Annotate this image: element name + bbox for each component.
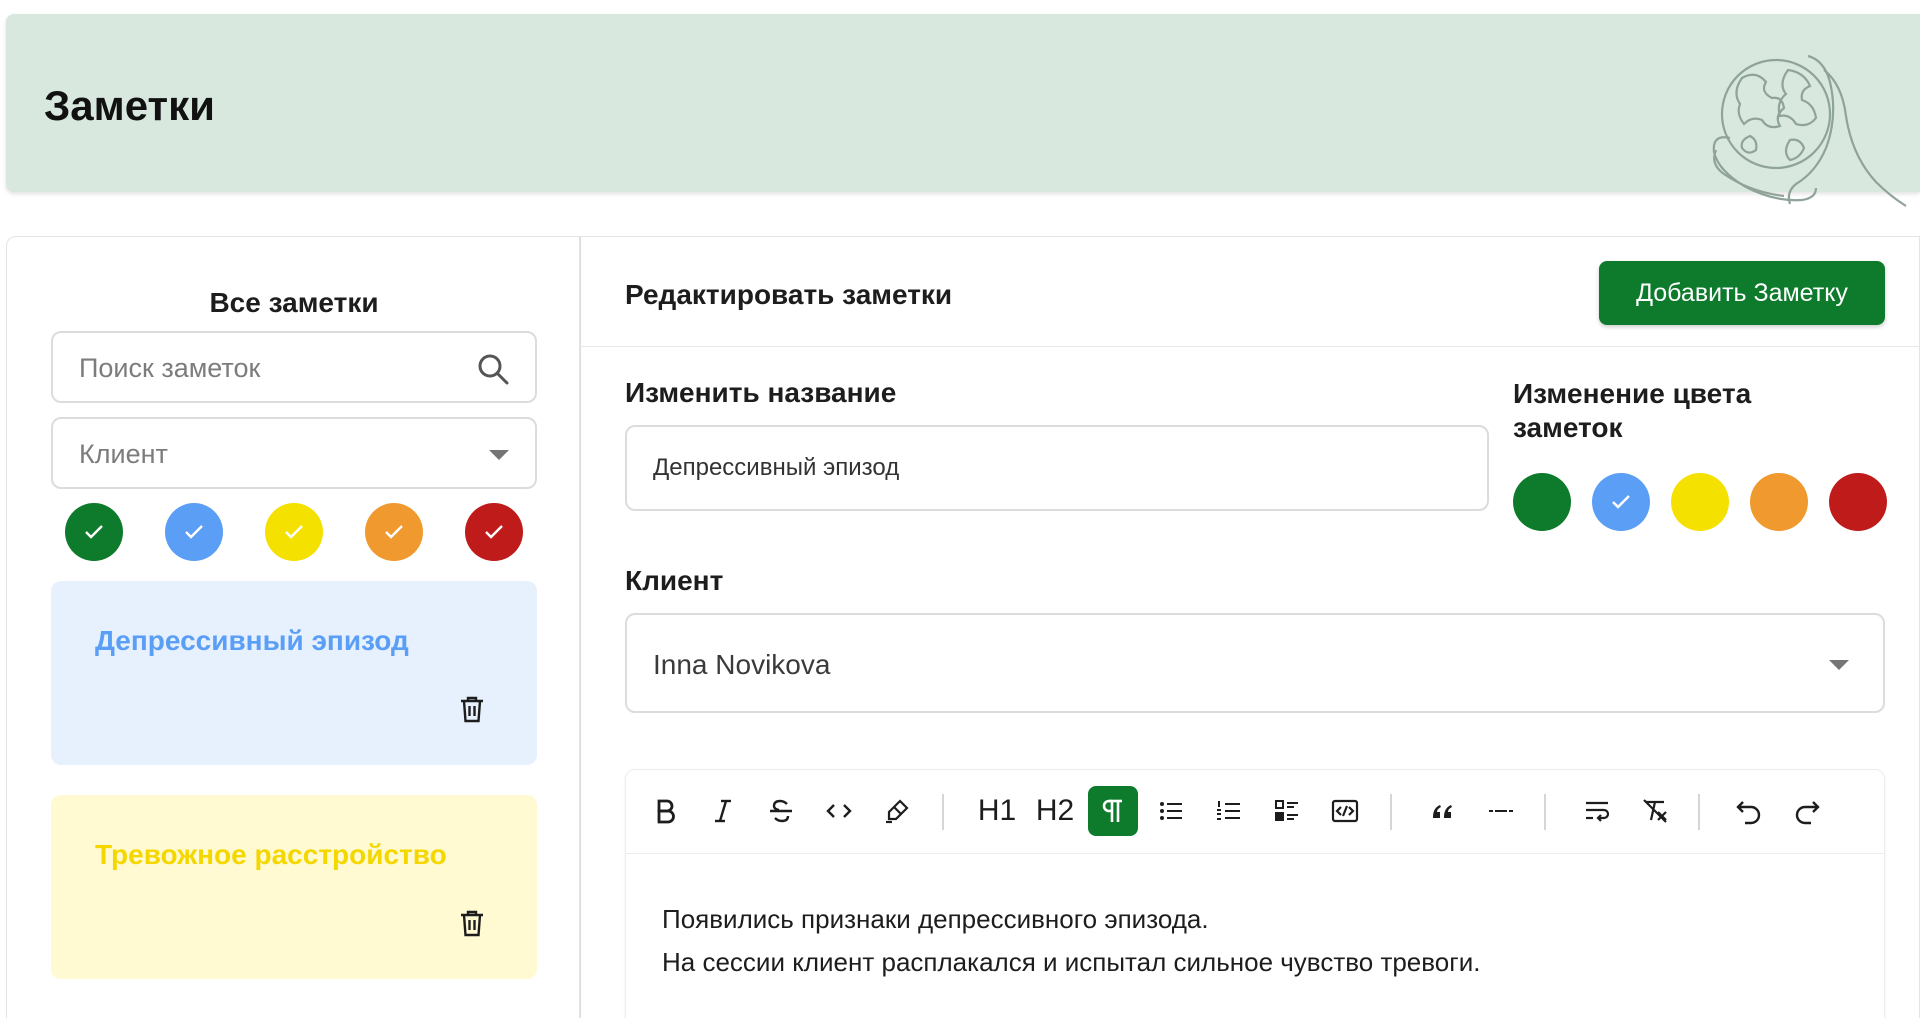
undo-button[interactable] [1724, 786, 1774, 836]
editor-line: На сессии клиент расплакался и испытал с… [662, 947, 1481, 977]
color-filter-blue[interactable] [165, 503, 223, 561]
color-filter-red[interactable] [465, 503, 523, 561]
note-color-green[interactable] [1513, 473, 1571, 531]
italic-icon [715, 799, 731, 823]
editor-title: Редактировать заметки [625, 279, 953, 310]
task-list-button[interactable] [1262, 786, 1312, 836]
notes-sidebar: Все заметки Клиент Депрессивный эпизод [6, 236, 580, 1018]
rich-text-editor: H1 H2 Появились признаки депрессивного э… [625, 769, 1885, 1018]
client-filter-label: Клиент [79, 439, 168, 469]
page-title: Заметки [44, 82, 215, 129]
redo-button[interactable] [1782, 786, 1832, 836]
highlight-button[interactable] [872, 786, 922, 836]
inline-code-button[interactable] [814, 786, 864, 836]
client-filter-select[interactable]: Клиент [51, 417, 537, 489]
note-color-blue[interactable] [1592, 473, 1650, 531]
page-header: Заметки [6, 14, 1920, 207]
toolbar-separator [1544, 794, 1546, 830]
search-input[interactable] [79, 349, 479, 387]
color-change-label: Изменение цвета заметок [1513, 378, 1752, 443]
note-title: Депрессивный эпизод [95, 625, 409, 656]
check-icon [485, 525, 503, 539]
code-block-icon [1331, 799, 1359, 823]
heading1-button[interactable]: H1 [972, 786, 1022, 836]
strikethrough-icon [770, 799, 792, 823]
check-icon [1612, 495, 1630, 509]
code-block-button[interactable] [1320, 786, 1370, 836]
editor-header: Редактировать заметки Добавить Заметку [581, 237, 1920, 347]
chevron-down-icon [1829, 660, 1849, 670]
editor-line: Появились признаки депрессивного эпизода… [662, 904, 1209, 934]
client-select-value: Inna Novikova [653, 649, 831, 680]
client-select[interactable]: Inna Novikova [625, 613, 1885, 713]
toolbar-separator [1698, 794, 1700, 830]
horizontal-rule-button[interactable] [1476, 786, 1526, 836]
note-card[interactable]: Депрессивный эпизод [51, 581, 537, 765]
chevron-down-icon [489, 450, 509, 460]
editor-content[interactable]: Появились признаки депрессивного эпизода… [662, 898, 1842, 984]
name-field[interactable] [625, 425, 1489, 511]
heading2-label: H2 [1035, 794, 1075, 827]
toolbar-separator [942, 794, 944, 830]
editor-toolbar: H1 H2 [626, 770, 1884, 854]
marker-icon [886, 799, 909, 824]
name-field-label: Изменить название [625, 377, 897, 408]
trash-icon[interactable] [457, 907, 487, 939]
ordered-list-icon [1217, 801, 1240, 820]
hard-break-button[interactable] [1572, 786, 1622, 836]
toolbar-separator [1390, 794, 1392, 830]
globe-hands-illustration [1712, 54, 1907, 207]
color-filter-green[interactable] [65, 503, 123, 561]
quote-icon [1433, 805, 1452, 818]
note-title: Тревожное расстройство [95, 839, 447, 870]
note-editor-panel: Редактировать заметки Добавить Заметку И… [580, 236, 1920, 1018]
ordered-list-button[interactable] [1204, 786, 1254, 836]
check-icon [285, 525, 303, 539]
search-box[interactable] [51, 331, 537, 403]
heading2-button[interactable]: H2 [1030, 786, 1080, 836]
bold-icon [657, 799, 675, 824]
clear-format-button[interactable] [1630, 786, 1680, 836]
blockquote-button[interactable] [1418, 786, 1468, 836]
heading1-label: H1 [977, 794, 1017, 827]
horizontal-rule-icon [1489, 810, 1513, 812]
note-color-red[interactable] [1829, 473, 1887, 531]
bullet-list-icon [1160, 802, 1182, 820]
note-card[interactable]: Тревожное расстройство [51, 795, 537, 979]
add-note-button[interactable]: Добавить Заметку [1599, 261, 1885, 325]
strikethrough-button[interactable] [756, 786, 806, 836]
note-color-picker [1513, 473, 1893, 531]
clear-format-icon [1643, 799, 1667, 823]
task-list-icon [1275, 800, 1298, 821]
bullet-list-button[interactable] [1146, 786, 1196, 836]
client-field-label: Клиент [625, 565, 724, 596]
bold-button[interactable] [640, 786, 690, 836]
redo-icon [1795, 801, 1820, 825]
code-icon [826, 804, 852, 818]
color-filter-yellow[interactable] [265, 503, 323, 561]
trash-icon[interactable] [457, 693, 487, 725]
paragraph-icon [1102, 799, 1122, 822]
note-color-orange[interactable] [1750, 473, 1808, 531]
text-wrap-icon [1586, 801, 1610, 822]
note-name-input[interactable] [653, 451, 1453, 485]
sidebar-title: Все заметки [209, 287, 379, 318]
italic-button[interactable] [698, 786, 748, 836]
check-icon [85, 525, 103, 539]
search-icon[interactable] [475, 351, 511, 387]
paragraph-button[interactable] [1088, 786, 1138, 836]
undo-icon [1736, 801, 1761, 825]
check-icon [385, 525, 403, 539]
color-filter-row [65, 503, 525, 561]
color-filter-orange[interactable] [365, 503, 423, 561]
note-color-yellow[interactable] [1671, 473, 1729, 531]
check-icon [185, 525, 203, 539]
